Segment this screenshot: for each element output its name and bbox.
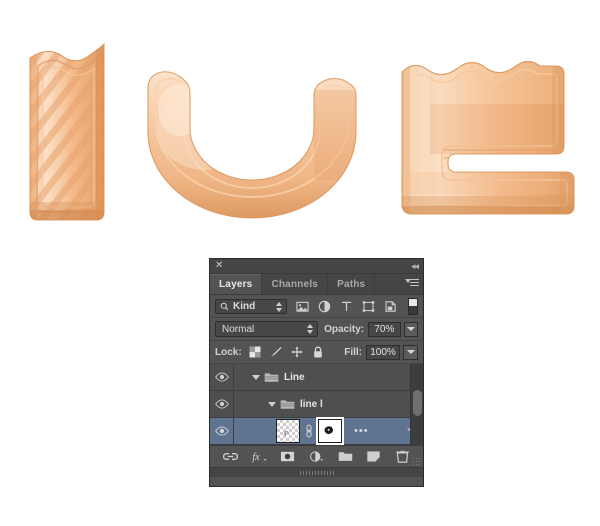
fill-label: Fill:	[344, 346, 362, 358]
scrollbar-thumb[interactable]	[413, 390, 422, 416]
link-layers-icon[interactable]	[222, 449, 238, 464]
group-disclosure-triangle[interactable]	[268, 401, 276, 407]
panel-menu-icon[interactable]	[405, 279, 419, 289]
letter-e-block	[401, 60, 575, 215]
layer-visibility-toggle[interactable]	[210, 418, 234, 444]
folder-icon	[280, 400, 295, 409]
panel-resize-grip[interactable]	[412, 457, 421, 466]
blend-opacity-row[interactable]: Normal Opacity: 70%	[210, 318, 423, 341]
filter-kind-label: Kind	[233, 300, 256, 312]
tab-channels[interactable]: Channels	[262, 274, 329, 294]
collapse-panel-icon[interactable]: ◂◂	[411, 260, 419, 272]
filter-enable-toggle[interactable]	[408, 297, 418, 315]
letter-i-striped-bar	[29, 42, 105, 221]
svg-text:fx: fx	[252, 452, 260, 463]
folder-icon	[264, 373, 279, 382]
lock-image-pixels-icon[interactable]	[270, 346, 282, 358]
layer-visibility-toggle[interactable]	[210, 364, 234, 390]
tab-layers[interactable]: Layers	[210, 274, 263, 294]
layer-extra-options[interactable]: •••	[354, 425, 369, 437]
layer-filter-row[interactable]: Kind	[210, 295, 423, 318]
lock-label: Lock:	[215, 346, 242, 358]
layers-panel-bottom-toolbar[interactable]: fx	[210, 445, 423, 467]
panel-tabstrip[interactable]: Layers Channels Paths	[210, 274, 423, 295]
close-icon[interactable]: ✕	[215, 260, 223, 272]
blend-mode-value: Normal	[222, 323, 255, 335]
artwork-canvas	[0, 0, 600, 245]
layers-panel[interactable]: ✕ ◂◂ Layers Channels Paths Kind Normal O…	[209, 258, 424, 487]
blend-mode-dropdown[interactable]: Normal	[215, 321, 319, 337]
lock-position-icon[interactable]	[291, 346, 303, 358]
type-layer-filter-icon[interactable]	[340, 300, 353, 313]
magnifier-icon	[220, 302, 229, 310]
add-layer-mask-icon[interactable]	[280, 449, 295, 464]
blend-mode-stepper[interactable]	[307, 324, 314, 334]
new-fill-adjustment-layer-icon[interactable]	[309, 449, 324, 464]
new-group-icon[interactable]	[338, 449, 353, 464]
lock-transparent-pixels-icon[interactable]	[249, 346, 261, 358]
adjustment-layer-filter-icon[interactable]	[318, 300, 331, 313]
delete-layer-icon[interactable]	[395, 449, 410, 464]
layer-thumbnail[interactable]	[276, 419, 300, 443]
layer-row-line-group[interactable]: Line	[210, 364, 423, 391]
letter-u-crescent	[147, 71, 357, 219]
layer-visibility-toggle[interactable]	[210, 391, 234, 417]
layers-list-scrollbar[interactable]	[410, 364, 423, 445]
opacity-input[interactable]: 70%	[368, 321, 401, 337]
filter-kind-stepper[interactable]	[276, 301, 282, 312]
layer-style-fx-icon[interactable]: fx	[252, 449, 267, 464]
fill-dropdown-button[interactable]	[403, 344, 418, 360]
eye-icon	[214, 372, 229, 382]
opacity-dropdown-button[interactable]	[403, 321, 418, 337]
layers-list[interactable]: Line line l •••	[210, 364, 423, 445]
candy-letters-illustration	[29, 42, 575, 221]
smart-object-filter-icon[interactable]	[384, 300, 397, 313]
new-layer-icon[interactable]	[366, 449, 381, 464]
filter-kind-dropdown[interactable]: Kind	[215, 298, 287, 314]
group-disclosure-triangle[interactable]	[252, 374, 260, 380]
link-mask-icon[interactable]	[304, 424, 314, 438]
layer-row-masked-layer[interactable]: •••	[210, 417, 423, 445]
shape-layer-filter-icon[interactable]	[362, 300, 375, 313]
eye-icon	[214, 426, 229, 436]
panel-titlebar: ✕ ◂◂	[210, 259, 423, 274]
fill-input[interactable]: 100%	[366, 344, 400, 360]
layer-mask-thumbnail[interactable]	[316, 417, 344, 445]
lock-row[interactable]: Lock: Fill: 100%	[210, 341, 423, 364]
panel-drag-grip-icon	[299, 470, 334, 475]
pixel-layer-filter-icon[interactable]	[296, 300, 309, 313]
layer-name: line l	[300, 398, 323, 410]
eye-icon	[214, 399, 229, 409]
layer-row-line-l-group[interactable]: line l	[210, 391, 423, 418]
panel-footer-handle[interactable]	[210, 467, 423, 477]
opacity-label: Opacity:	[324, 323, 365, 335]
layer-name: Line	[284, 371, 305, 383]
tab-paths[interactable]: Paths	[328, 274, 376, 294]
lock-all-icon[interactable]	[312, 346, 324, 358]
